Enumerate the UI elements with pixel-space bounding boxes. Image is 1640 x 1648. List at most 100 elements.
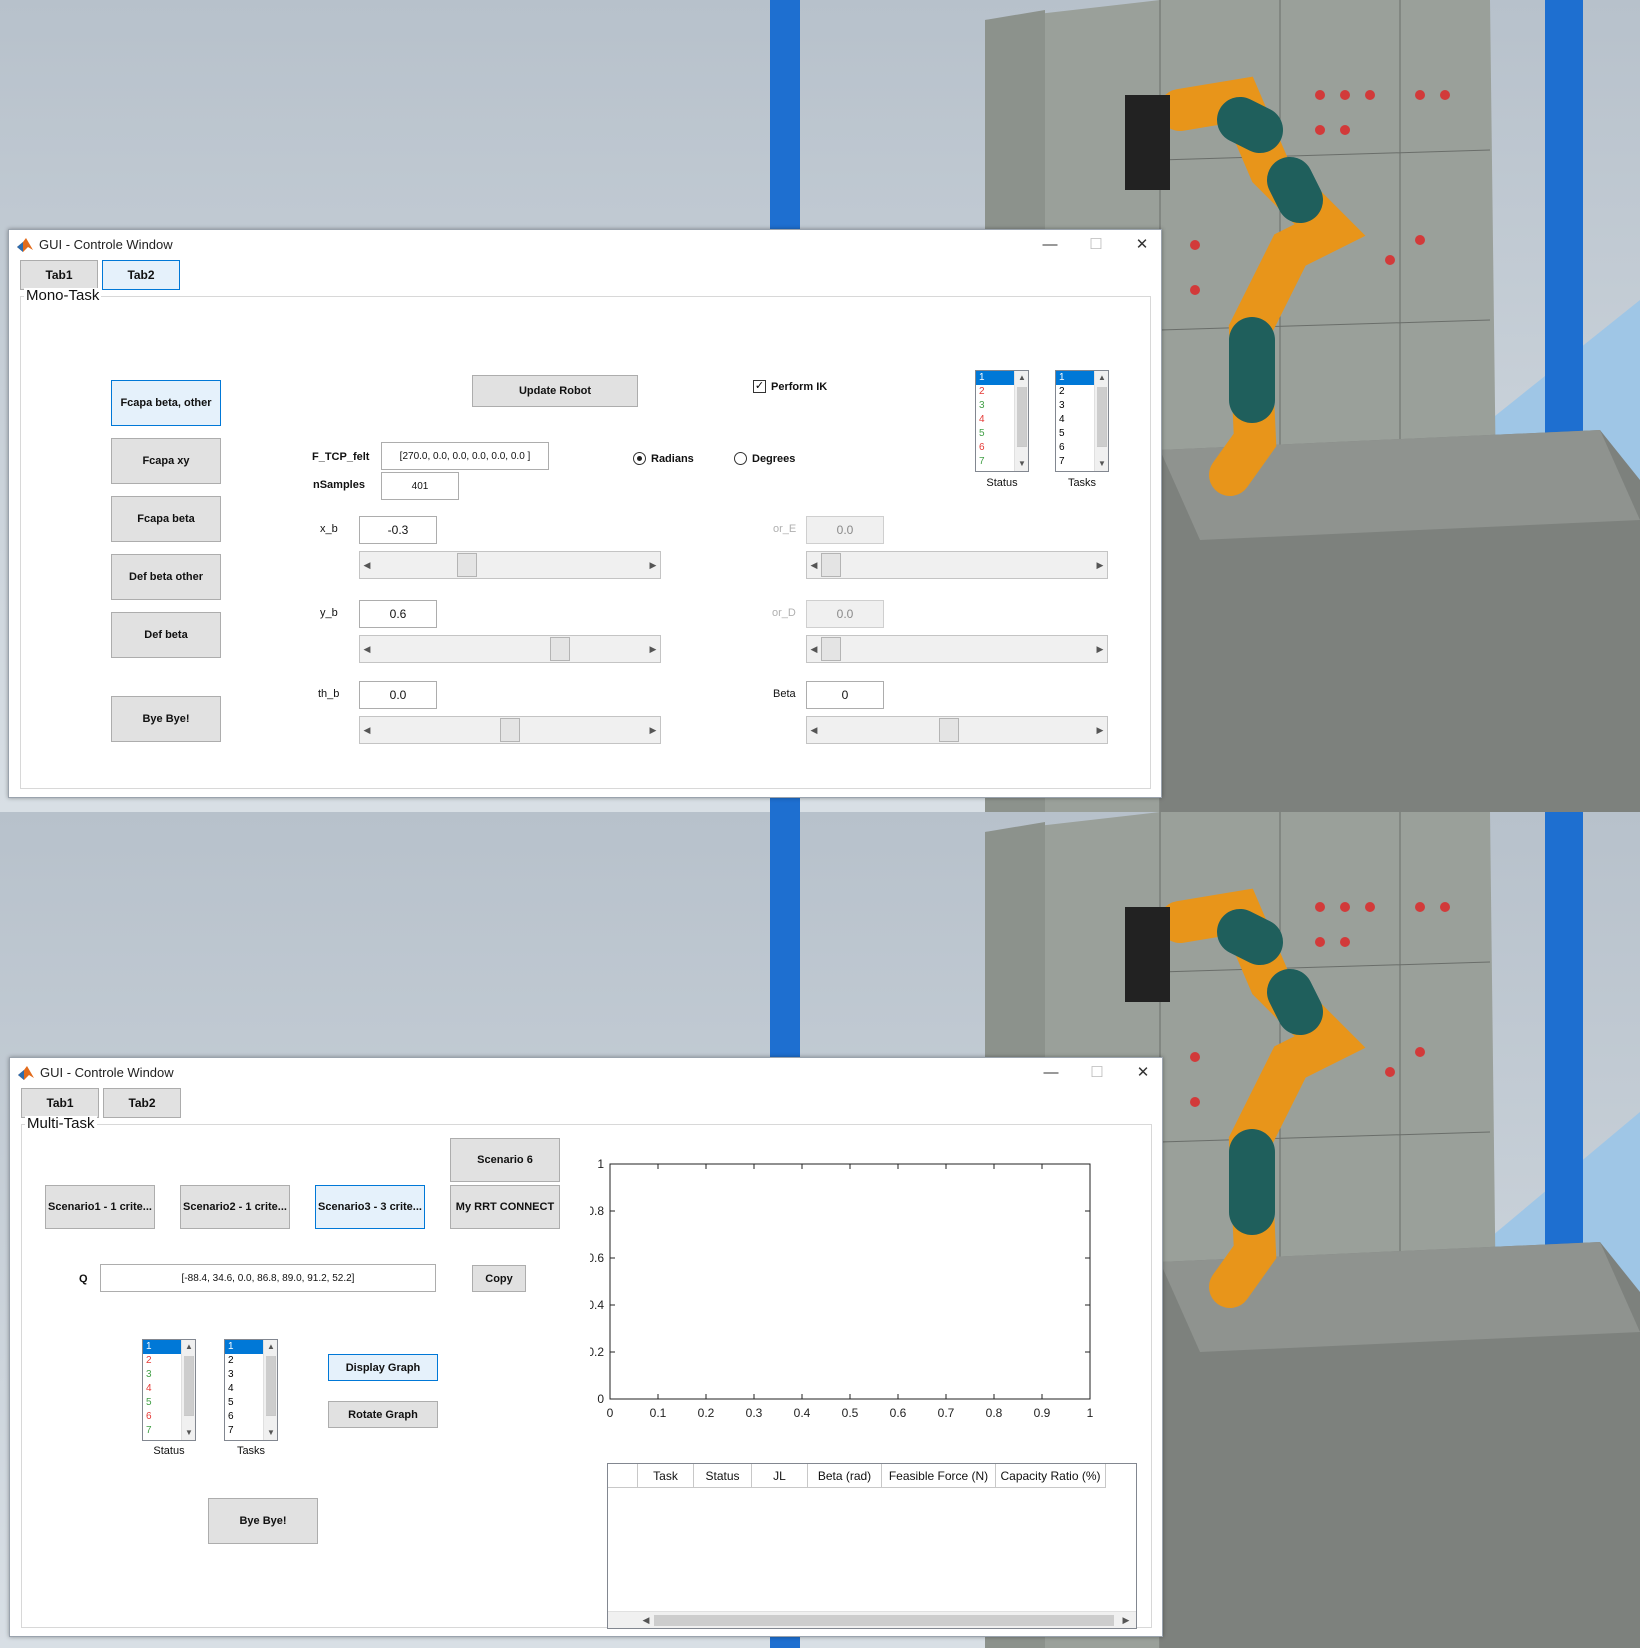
bye-bye-button[interactable]: Bye Bye! (208, 1498, 318, 1544)
y-b-input[interactable]: 0.6 (359, 600, 437, 628)
matlab-logo-icon (18, 1066, 34, 1080)
scroll-down-icon[interactable]: ▼ (1095, 457, 1108, 471)
or-d-slider: ◀ ▶ (806, 635, 1108, 663)
minimize-icon[interactable]: — (1036, 1062, 1066, 1084)
scenario3-button[interactable]: Scenario3 - 3 crite... (315, 1185, 425, 1229)
close-icon[interactable]: ✕ (1127, 234, 1157, 256)
slider-thumb[interactable] (500, 718, 520, 742)
slider-thumb[interactable] (939, 718, 960, 742)
fcapa-beta-other-button[interactable]: Fcapa beta, other (111, 380, 221, 426)
perform-ik-checkbox[interactable]: ✓ (753, 380, 766, 393)
x-tick-label: 0.5 (842, 1406, 859, 1420)
q-input[interactable]: [-88.4, 34.6, 0.0, 86.8, 89.0, 91.2, 52.… (100, 1264, 436, 1292)
list-scrollbar[interactable]: ▲ ▼ (263, 1340, 277, 1440)
fcapa-beta-button[interactable]: Fcapa beta (111, 496, 221, 542)
scroll-thumb[interactable] (266, 1356, 276, 1416)
th-b-input[interactable]: 0.0 (359, 681, 437, 709)
nsamples-input[interactable]: 401 (381, 472, 459, 500)
scenario1-button[interactable]: Scenario1 - 1 crite... (45, 1185, 155, 1229)
screenshot-mono-task: GUI - Controle Window — ☐ ✕ Tab1 Tab2 Mo… (0, 0, 1640, 812)
x-tick-label: 0.2 (698, 1406, 715, 1420)
table-column-header[interactable]: JL (752, 1464, 808, 1488)
def-beta-button[interactable]: Def beta (111, 612, 221, 658)
x-b-slider[interactable]: ◀ ▶ (359, 551, 661, 579)
table-column-header[interactable]: Task (638, 1464, 694, 1488)
scenario-6-button[interactable]: Scenario 6 (450, 1138, 560, 1182)
list-scrollbar[interactable]: ▲ ▼ (1094, 371, 1108, 471)
degrees-radio[interactable] (734, 452, 747, 465)
plot-area[interactable] (609, 1163, 1091, 1400)
maximize-icon[interactable]: ☐ (1081, 234, 1111, 256)
screenshot-multi-task: GUI - Controle Window — ☐ ✕ Tab1 Tab2 Mu… (0, 812, 1640, 1648)
panel-title: Multi-Task (25, 1115, 97, 1132)
my-rrt-connect-button[interactable]: My RRT CONNECT (450, 1185, 560, 1229)
list-scrollbar[interactable]: ▲ ▼ (181, 1340, 195, 1440)
f-tcp-felt-input[interactable]: [270.0, 0.0, 0.0, 0.0, 0.0, 0.0 ] (381, 442, 549, 470)
scroll-thumb[interactable] (1097, 387, 1107, 447)
scroll-down-icon[interactable]: ▼ (1015, 457, 1028, 471)
y-tick-label: 1 (597, 1157, 604, 1171)
fcapa-xy-button[interactable]: Fcapa xy (111, 438, 221, 484)
scroll-down-icon[interactable]: ▼ (264, 1426, 277, 1440)
tab-tab1[interactable]: Tab1 (21, 1088, 99, 1118)
control-window: GUI - Controle Window — ☐ ✕ Tab1 Tab2 Mu… (9, 1057, 1163, 1637)
perform-ik-label: Perform IK (771, 381, 828, 393)
panel-title: Mono-Task (24, 287, 102, 304)
scroll-thumb[interactable] (654, 1615, 1114, 1626)
table-column-header[interactable] (608, 1464, 638, 1488)
th-b-slider[interactable]: ◀ ▶ (359, 716, 661, 744)
matlab-logo-icon (17, 238, 33, 252)
title-bar[interactable]: GUI - Controle Window — ☐ ✕ (10, 1058, 1162, 1088)
results-table[interactable]: Task Status JL Beta (rad) Feasible Force (N)… (607, 1463, 1137, 1629)
tasks-listbox[interactable]: 1 2 3 4 5 6 7 ▲ ▼ (1055, 370, 1109, 472)
graph-axes[interactable]: 0 0.1 0.2 0.3 0.4 0.5 0.6 0.7 0.8 0.9 1 0 0.2 0.4 0.6 0… (590, 1154, 1150, 1444)
scroll-up-icon[interactable]: ▲ (182, 1340, 195, 1354)
status-listbox[interactable]: 1 2 3 4 5 6 7 ▲ ▼ (975, 370, 1029, 472)
beta-slider[interactable]: ◀ ▶ (806, 716, 1108, 744)
scroll-down-icon[interactable]: ▼ (182, 1426, 195, 1440)
y-b-slider[interactable]: ◀ ▶ (359, 635, 661, 663)
table-column-header[interactable]: Capacity Ratio (%) (996, 1464, 1106, 1488)
status-listbox[interactable]: 1 2 3 4 5 6 7 ▲ ▼ (142, 1339, 196, 1441)
scroll-right-icon[interactable]: ▶ (1118, 1612, 1134, 1628)
tab-tab1[interactable]: Tab1 (20, 260, 98, 290)
scroll-thumb[interactable] (1017, 387, 1027, 447)
scroll-left-icon[interactable]: ◀ (638, 1612, 654, 1628)
scroll-up-icon[interactable]: ▲ (1095, 371, 1108, 385)
or-e-label: or_E (773, 523, 797, 535)
scroll-up-icon[interactable]: ▲ (1015, 371, 1028, 385)
def-beta-other-button[interactable]: Def beta other (111, 554, 221, 600)
rotate-graph-button[interactable]: Rotate Graph (328, 1401, 438, 1428)
close-icon[interactable]: ✕ (1128, 1062, 1158, 1084)
maximize-icon[interactable]: ☐ (1082, 1062, 1112, 1084)
table-horizontal-scrollbar[interactable]: ◀ ▶ (608, 1611, 1136, 1628)
update-robot-button[interactable]: Update Robot (472, 375, 638, 407)
or-d-label: or_D (772, 607, 796, 619)
scroll-thumb[interactable] (184, 1356, 194, 1416)
y-tick-label: 0.6 (590, 1251, 604, 1265)
tab-tab2[interactable]: Tab2 (102, 260, 180, 290)
radians-radio[interactable] (633, 452, 646, 465)
copy-button[interactable]: Copy (472, 1265, 526, 1292)
tab-tab2[interactable]: Tab2 (103, 1088, 181, 1118)
x-tick-label: 1 (1087, 1406, 1094, 1420)
x-b-input[interactable]: -0.3 (359, 516, 437, 544)
slider-thumb[interactable] (550, 637, 571, 661)
table-column-header[interactable]: Feasible Force (N) (882, 1464, 996, 1488)
minimize-icon[interactable]: — (1035, 234, 1065, 256)
beta-input[interactable]: 0 (806, 681, 884, 709)
display-graph-button[interactable]: Display Graph (328, 1354, 438, 1381)
slider-thumb[interactable] (457, 553, 478, 577)
beta-label: Beta (773, 688, 796, 700)
scenario2-button[interactable]: Scenario2 - 1 crite... (180, 1185, 290, 1229)
y-b-label: y_b (320, 607, 338, 619)
bye-bye-button[interactable]: Bye Bye! (111, 696, 221, 742)
y-tick-label: 0.2 (590, 1345, 604, 1359)
list-scrollbar[interactable]: ▲ ▼ (1014, 371, 1028, 471)
table-column-header[interactable]: Beta (rad) (808, 1464, 882, 1488)
scroll-up-icon[interactable]: ▲ (264, 1340, 277, 1354)
tasks-listbox[interactable]: 1 2 3 4 5 6 7 ▲ ▼ (224, 1339, 278, 1441)
table-column-header[interactable]: Status (694, 1464, 752, 1488)
q-label: Q (79, 1273, 88, 1285)
title-bar[interactable]: GUI - Controle Window — ☐ ✕ (9, 230, 1161, 260)
